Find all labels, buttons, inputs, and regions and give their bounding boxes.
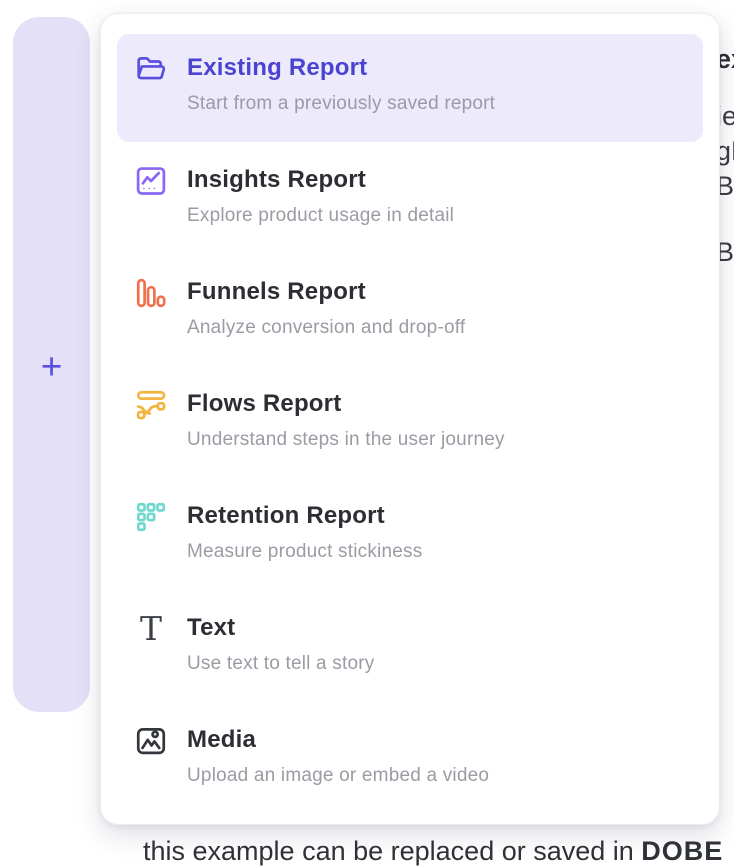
occluded-bottom-text: this example can be replaced or saved in… xyxy=(143,836,723,867)
occluded-bottom-text-normal: this example can be replaced or saved in xyxy=(143,836,641,866)
menu-item-insights-report[interactable]: Insights Report Explore product usage in… xyxy=(117,146,703,254)
menu-item-subtitle: Use text to tell a story xyxy=(187,653,374,675)
menu-item-subtitle: Understand steps in the user journey xyxy=(187,429,505,451)
media-image-icon xyxy=(133,724,169,760)
menu-item-title: Funnels Report xyxy=(187,276,465,308)
text-icon: T xyxy=(133,612,169,648)
menu-item-texts: Funnels Report Analyze conversion and dr… xyxy=(187,276,465,339)
menu-item-title: Retention Report xyxy=(187,500,422,532)
menu-item-title: Insights Report xyxy=(187,164,454,196)
menu-item-texts: Text Use text to tell a story xyxy=(187,612,374,675)
add-content-plus-button[interactable]: + xyxy=(13,346,90,386)
add-content-menu: Existing Report Start from a previously … xyxy=(100,13,720,825)
flows-icon xyxy=(133,388,169,424)
menu-item-existing-report[interactable]: Existing Report Start from a previously … xyxy=(117,34,703,142)
menu-item-texts: Media Upload an image or embed a video xyxy=(187,724,489,787)
menu-item-texts: Flows Report Understand steps in the use… xyxy=(187,388,505,451)
menu-item-title: Existing Report xyxy=(187,52,495,84)
menu-item-funnels-report[interactable]: Funnels Report Analyze conversion and dr… xyxy=(117,258,703,366)
menu-item-texts: Existing Report Start from a previously … xyxy=(187,52,495,115)
menu-item-texts: Retention Report Measure product stickin… xyxy=(187,500,422,563)
retention-grid-icon xyxy=(133,500,169,536)
menu-item-subtitle: Start from a previously saved report xyxy=(187,93,495,115)
occluded-bottom-text-bold: DOBE xyxy=(641,836,723,866)
plus-icon: + xyxy=(41,348,63,385)
menu-item-title: Text xyxy=(187,612,374,644)
menu-item-flows-report[interactable]: Flows Report Understand steps in the use… xyxy=(117,370,703,478)
menu-item-subtitle: Upload an image or embed a video xyxy=(187,765,489,787)
report-builder-canvas: { "sidebar": { "plus_label": "+", "bg_co… xyxy=(0,0,734,848)
insights-chart-icon xyxy=(133,164,169,200)
folder-open-icon xyxy=(133,52,169,88)
menu-item-subtitle: Explore product usage in detail xyxy=(187,205,454,227)
menu-item-texts: Insights Report Explore product usage in… xyxy=(187,164,454,227)
menu-item-title: Flows Report xyxy=(187,388,505,420)
funnels-bars-icon xyxy=(133,276,169,312)
menu-item-media[interactable]: Media Upload an image or embed a video xyxy=(117,706,703,814)
menu-item-text[interactable]: T Text Use text to tell a story xyxy=(117,594,703,702)
menu-item-title: Media xyxy=(187,724,489,756)
menu-item-subtitle: Analyze conversion and drop-off xyxy=(187,317,465,339)
serif-t-glyph: T xyxy=(140,612,162,646)
menu-item-retention-report[interactable]: Retention Report Measure product stickin… xyxy=(117,482,703,590)
menu-item-subtitle: Measure product stickiness xyxy=(187,541,422,563)
add-content-rail: + xyxy=(13,17,90,712)
